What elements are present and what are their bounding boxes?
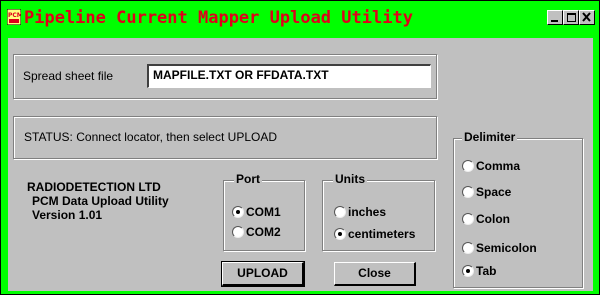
minimize-button[interactable] xyxy=(547,10,563,25)
delimiter-group-label: Delimiter xyxy=(462,130,518,144)
port-com2-label: COM2 xyxy=(246,225,281,239)
radio-unselected-icon xyxy=(334,206,346,218)
delimiter-comma-label: Comma xyxy=(476,159,521,173)
units-inches-label: inches xyxy=(348,205,387,219)
delimiter-colon-label: Colon xyxy=(476,212,510,226)
file-group: Spread sheet file MAPFILE.TXT OR FFDATA.… xyxy=(13,54,437,99)
company-name: RADIODETECTION LTD xyxy=(27,180,161,194)
status-group: STATUS: Connect locator, then select UPL… xyxy=(13,116,437,159)
spreadsheet-file-input[interactable]: MAPFILE.TXT OR FFDATA.TXT xyxy=(147,64,431,88)
units-group-label: Units xyxy=(333,172,367,186)
maximize-icon xyxy=(567,13,576,22)
radio-selected-icon xyxy=(334,228,346,240)
delimiter-group: Delimiter Comma Space Colon Semicolon Ta… xyxy=(453,130,583,288)
radio-unselected-icon xyxy=(462,242,474,254)
delimiter-space-label: Space xyxy=(476,185,512,199)
pcm-app-icon: PCM xyxy=(7,9,21,25)
dialog-client-area: Spread sheet file MAPFILE.TXT OR FFDATA.… xyxy=(8,38,593,291)
spreadsheet-file-value: MAPFILE.TXT OR FFDATA.TXT xyxy=(153,68,329,82)
delimiter-semicolon-label: Semicolon xyxy=(476,241,537,255)
svg-text:PCM: PCM xyxy=(8,12,21,19)
close-dialog-button[interactable]: Close xyxy=(334,262,416,286)
radio-unselected-icon xyxy=(232,226,244,238)
upload-button-label: UPLOAD xyxy=(237,266,288,280)
maximize-button[interactable] xyxy=(563,10,579,25)
status-text: STATUS: Connect locator, then select UPL… xyxy=(24,130,277,144)
radio-unselected-icon xyxy=(462,160,474,172)
title-bar[interactable]: PCM Pipeline Current Mapper Upload Utili… xyxy=(2,2,598,34)
close-button[interactable] xyxy=(579,10,595,25)
units-group: Units inches centimeters xyxy=(322,172,435,251)
minimize-icon xyxy=(551,20,558,22)
app-window: PCM Pipeline Current Mapper Upload Utili… xyxy=(0,0,600,295)
delimiter-tab-label: Tab xyxy=(476,264,497,278)
radio-unselected-icon xyxy=(462,186,474,198)
radio-selected-icon xyxy=(462,265,474,277)
file-label: Spread sheet file xyxy=(23,69,114,83)
version-text: Version 1.01 xyxy=(32,208,103,222)
close-icon xyxy=(582,12,591,22)
product-name: PCM Data Upload Utility xyxy=(32,194,169,208)
radio-unselected-icon xyxy=(462,213,474,225)
port-group-label: Port xyxy=(234,172,262,186)
window-title: Pipeline Current Mapper Upload Utility xyxy=(24,8,413,28)
port-group: Port COM1 COM2 xyxy=(223,172,305,251)
port-com1-label: COM1 xyxy=(246,205,281,219)
upload-button[interactable]: UPLOAD xyxy=(221,261,305,287)
units-centimeters-label: centimeters xyxy=(348,227,416,241)
close-button-label: Close xyxy=(358,266,391,280)
radio-selected-icon xyxy=(232,206,244,218)
